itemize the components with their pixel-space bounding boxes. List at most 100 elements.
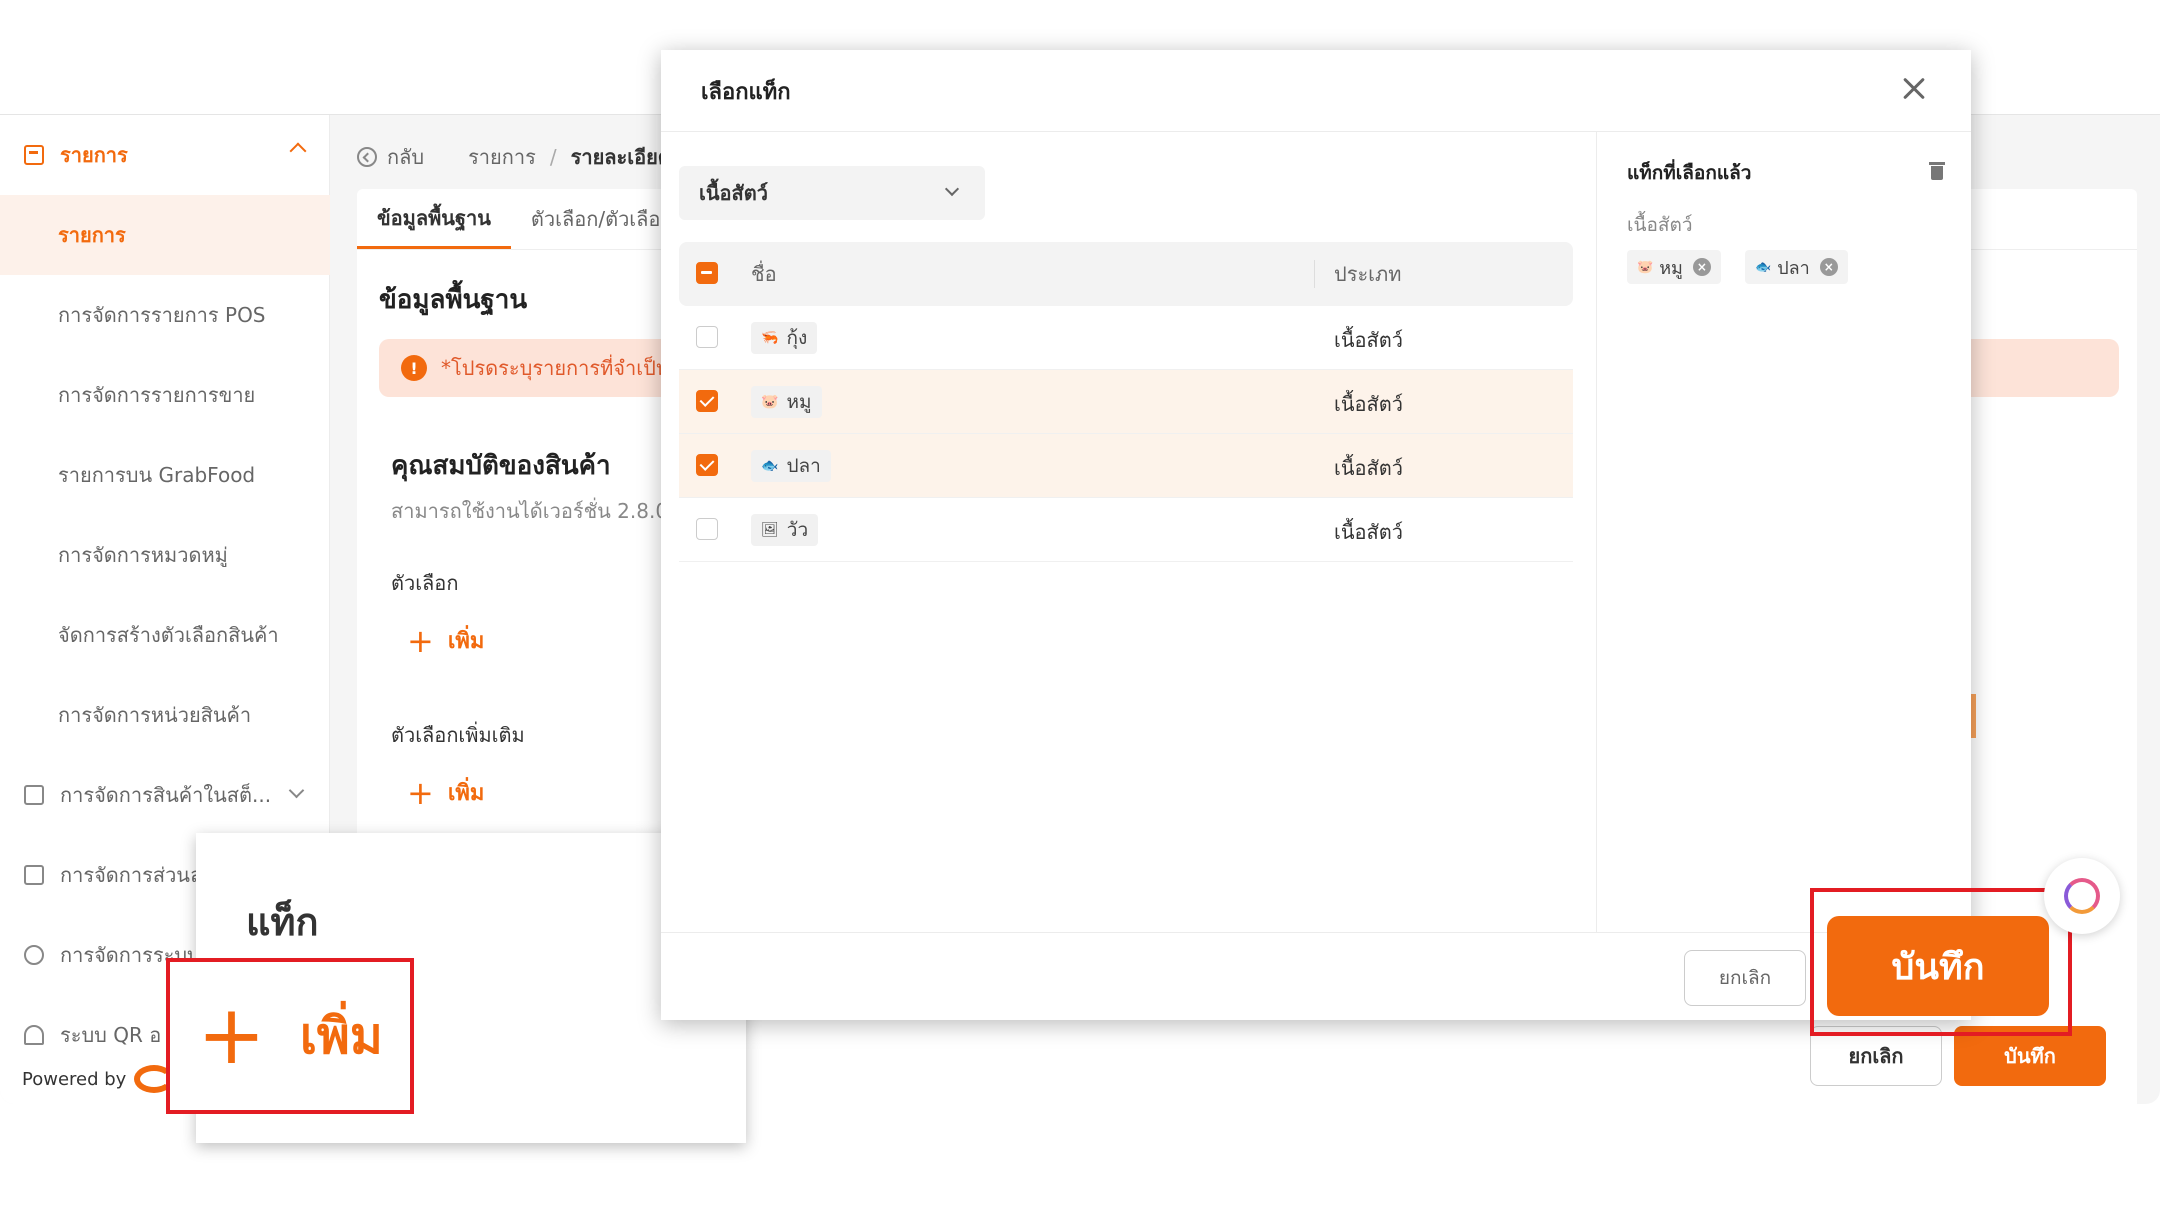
chevron-up-icon [289,142,307,160]
tag-name: วัว [786,519,809,541]
tag-name-chip: 🦐 กุ้ง [751,322,818,354]
sidebar-item-grabfood[interactable]: รายการบน GrabFood [0,435,330,515]
warehouse-icon [24,785,44,805]
add-tag-label: เพิ่ม [299,1006,383,1065]
selected-tag-name: ปลา [1777,257,1810,279]
modal-save-button[interactable]: บันทึก [1827,916,2049,1016]
plus-icon: + [407,621,434,660]
shrimp-icon: 🦐 [761,330,779,346]
sidebar-group-stock[interactable]: การจัดการสินค้าในสต็... [0,755,330,835]
pig-icon: 🐷 [761,394,779,410]
image-icon: 🖼 [761,522,779,538]
row-checkbox[interactable] [696,518,718,540]
tag-type: เนื้อสัตว์ [1334,456,1403,480]
powered-by-text: Powered by [22,1068,127,1090]
breadcrumb-separator: / [549,145,557,169]
table-row[interactable]: 🐟 ปลา เนื้อสัตว์ [679,434,1573,498]
tag-name: ปลา [786,455,821,477]
tag-name: หมู [786,391,812,413]
remove-tag-icon[interactable]: × [1819,258,1838,276]
sidebar-group-label: ระบบ QR อ [60,1023,162,1047]
settings-icon [24,945,44,965]
add-label: เพิ่ม [447,781,485,806]
back-icon[interactable] [357,147,377,167]
column-divider [1314,260,1315,288]
sidebar-group-label: การจัดการส่วนล [60,863,203,887]
list-icon [24,145,44,165]
table-header: ชื่อ ประเภท [679,242,1573,306]
plus-icon: + [197,988,266,1083]
select-all-checkbox[interactable] [696,262,718,284]
back-link[interactable]: กลับ [387,141,424,173]
table-row[interactable]: 🖼 วัว เนื้อสัตว์ [679,498,1573,562]
category-select-value: เนื้อสัตว์ [699,181,768,205]
info-icon: ! [401,355,427,381]
tag-section-title: แท็ก [246,900,319,944]
tab-bar: ข้อมูลพื้นฐาน ตัวเลือก/ตัวเลือ [357,189,680,249]
powered-by: Powered by [22,1065,175,1093]
add-option-button[interactable]: + เพิ่ม [407,623,484,658]
close-icon[interactable] [1897,72,1931,106]
sidebar-item-options[interactable]: จัดการสร้างตัวเลือกสินค้า [0,595,330,675]
row-checkbox[interactable] [696,326,718,348]
ticket-icon [24,865,44,885]
table-row[interactable]: 🐷 หมู เนื้อสัตว์ [679,370,1573,434]
tag-name: กุ้ง [786,327,808,349]
selected-tag-chip: 🐷 หมู × [1627,250,1721,284]
table-row[interactable]: 🦐 กุ้ง เนื้อสัตว์ [679,306,1573,370]
sidebar-item-units[interactable]: การจัดการหน่วยสินค้า [0,675,330,755]
tag-name-chip: 🐷 หมู [751,386,822,418]
column-header-name: ชื่อ [751,262,777,286]
sidebar-item-categories[interactable]: การจัดการหมวดหมู่ [0,515,330,595]
column-header-type: ประเภท [1334,262,1402,286]
bell-icon [24,1025,44,1045]
tag-name-chip: 🖼 วัว [751,514,819,546]
modal-cancel-button[interactable]: ยกเลิก [1684,950,1806,1006]
breadcrumb: กลับ รายการ / รายละเอียด [357,141,671,173]
row-checkbox[interactable] [696,454,718,476]
section-title: ข้อมูลพื้นฐาน [379,285,528,315]
tab-basic-info[interactable]: ข้อมูลพื้นฐาน [357,189,511,249]
add-extra-option-button[interactable]: + เพิ่ม [407,775,484,810]
tag-type: เนื้อสัตว์ [1334,392,1403,416]
panel-divider [1596,132,1597,932]
assistant-button[interactable] [2044,858,2120,934]
breadcrumb-root[interactable]: รายการ [468,141,536,173]
chevron-down-icon [944,181,960,197]
fish-icon: 🐟 [761,458,779,474]
add-tag-button[interactable]: + เพิ่ม [166,958,414,1114]
tag-type: เนื้อสัตว์ [1334,328,1403,352]
sidebar-item-sales[interactable]: การจัดการรายการขาย [0,355,330,435]
warning-text: *โปรดระบุรายการที่จำเป็น [441,356,670,380]
modal-title: เลือกแท็ก [701,80,791,105]
selected-tag-name: หมู [1659,257,1683,279]
sidebar-header-label: รายการ [60,143,128,167]
tab-options[interactable]: ตัวเลือก/ตัวเลือ [511,189,681,249]
selected-tag-chip: 🐟 ปลา × [1745,250,1848,284]
plus-icon: + [407,773,434,812]
option-label: ตัวเลือก [391,571,459,595]
chevron-down-icon [288,782,305,799]
sidebar-header-items[interactable]: รายการ [0,115,330,195]
remove-tag-icon[interactable]: × [1692,258,1711,276]
sidebar-item-items[interactable]: รายการ [0,195,330,275]
extra-option-label: ตัวเลือกเพิ่มเติม [391,723,525,747]
add-label: เพิ่ม [447,629,485,654]
fish-icon: 🐟 [1755,259,1772,275]
tag-list-panel: เนื้อสัตว์ ชื่อ ประเภท 🦐 กุ้ง เนื้อสัตว์… [661,132,1596,932]
selected-tags-title: แท็กที่เลือกแล้ว [1627,162,1752,184]
assistant-icon [2064,878,2100,914]
breadcrumb-current: รายละเอียด [570,145,671,169]
sidebar-item-pos[interactable]: การจัดการรายการ POS [0,275,330,355]
select-tag-modal: เลือกแท็ก เนื้อสัตว์ ชื่อ ประเภท 🦐 กุ้ง … [661,50,1971,1020]
pig-icon: 🐷 [1637,259,1654,275]
row-checkbox[interactable] [696,390,718,412]
sidebar-group-label: การจัดการสินค้าในสต็... [60,783,272,807]
tag-name-chip: 🐟 ปลา [751,450,831,482]
modal-footer-divider [661,932,1971,933]
trash-icon[interactable] [1929,162,1945,180]
category-select[interactable]: เนื้อสัตว์ [679,166,985,220]
tag-type: เนื้อสัตว์ [1334,520,1403,544]
selected-category-label: เนื้อสัตว์ [1627,214,1693,236]
attributes-title: คุณสมบัติของสินค้า [391,451,611,481]
